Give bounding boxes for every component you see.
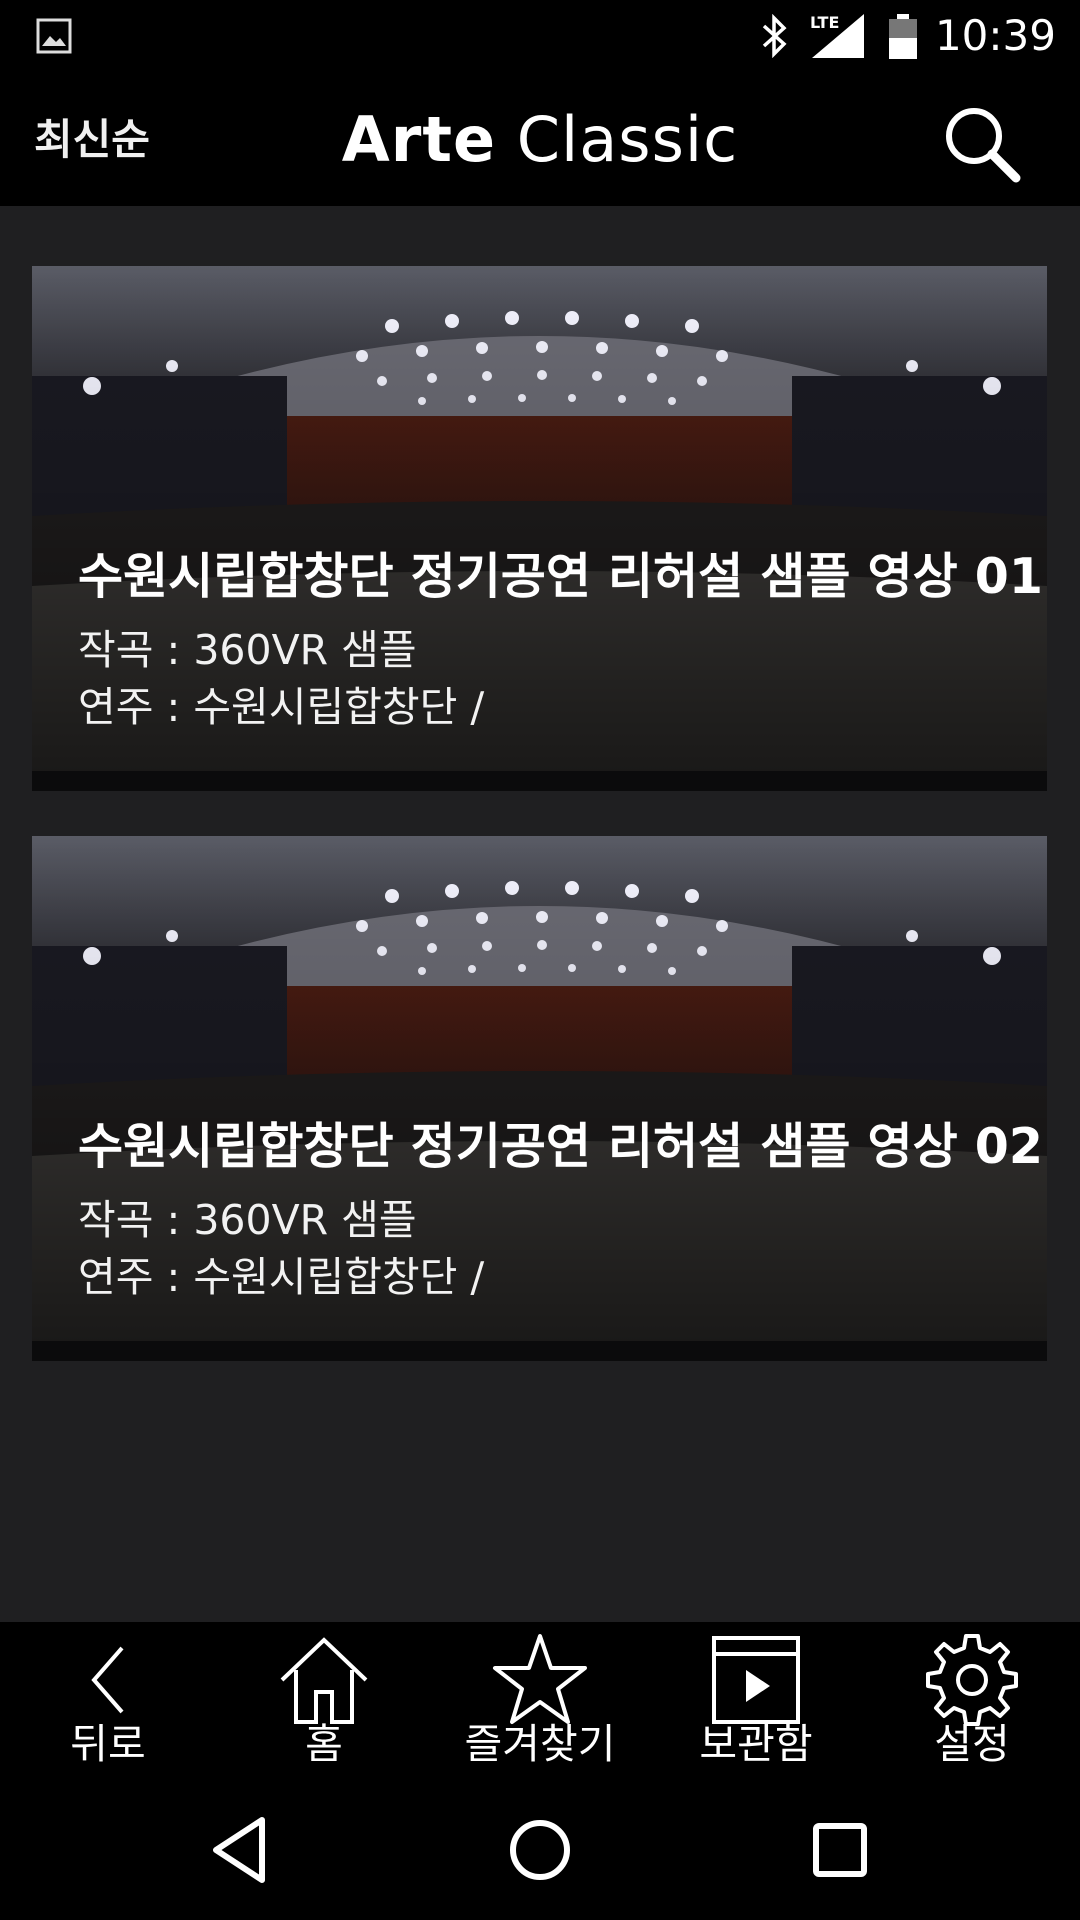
video-info: 수원시립합창단 정기공연 리허설 샘플 영상 02 작곡 : 360VR 샘플 … (78, 1116, 1047, 1306)
bluetooth-icon (762, 14, 787, 58)
back-triangle-icon[interactable] (200, 1810, 280, 1890)
app-title: Arte Classic (0, 104, 1080, 176)
nav-home[interactable]: 홈 (216, 1622, 432, 1780)
nav-back-label: 뒤로 (70, 1720, 146, 1768)
app-title-bold: Arte (341, 103, 497, 176)
video-info: 수원시립합창단 정기공연 리허설 샘플 영상 01 작곡 : 360VR 샘플 … (78, 546, 1047, 736)
gear-icon (926, 1634, 1018, 1726)
video-list: 수원시립합창단 정기공연 리허설 샘플 영상 01 작곡 : 360VR 샘플 … (0, 206, 1080, 1622)
nav-favorites-label: 즐겨찾기 (464, 1720, 616, 1768)
home-circle-icon[interactable] (500, 1810, 580, 1890)
video-card[interactable]: 수원시립합창단 정기공연 리허설 샘플 영상 01 작곡 : 360VR 샘플 … (32, 266, 1047, 791)
nav-archive-label: 보관함 (699, 1720, 813, 1768)
nav-archive[interactable]: 보관함 (648, 1622, 864, 1780)
video-composer: 작곡 : 360VR 샘플 (78, 1196, 417, 1244)
status-bar: LTE 10:39 (0, 0, 1080, 72)
back-chevron-icon (91, 1646, 124, 1714)
nav-settings-label: 설정 (934, 1720, 1010, 1768)
app-bar: 최신순 Arte Classic (0, 72, 1080, 206)
lte-signal-icon: LTE (810, 13, 864, 58)
recents-square-icon[interactable] (800, 1810, 880, 1890)
nav-back[interactable]: 뒤로 (0, 1622, 216, 1780)
status-time: 10:39 (934, 11, 1056, 60)
video-archive-icon (712, 1636, 800, 1724)
nav-favorites[interactable]: 즐겨찾기 (432, 1622, 648, 1780)
video-performer: 연주 : 수원시립합창단 / (78, 1253, 485, 1301)
video-title: 수원시립합창단 정기공연 리허설 샘플 영상 01 (78, 548, 1043, 605)
star-icon (493, 1634, 587, 1724)
nav-home-label: 홈 (305, 1720, 343, 1768)
video-title: 수원시립합창단 정기공연 리허설 샘플 영상 02 (78, 1118, 1043, 1175)
gallery-icon (36, 18, 72, 54)
battery-icon (889, 14, 917, 59)
app-title-light: Classic (496, 103, 739, 176)
bottom-nav: 뒤로 홈 즐겨찾기 보관함 설정 (0, 1622, 1080, 1780)
svg-text:LTE: LTE (810, 13, 839, 32)
nav-settings[interactable]: 설정 (864, 1622, 1080, 1780)
video-card[interactable]: 수원시립합창단 정기공연 리허설 샘플 영상 02 작곡 : 360VR 샘플 … (32, 836, 1047, 1361)
home-icon (280, 1637, 368, 1724)
video-performer: 연주 : 수원시립합창단 / (78, 683, 485, 731)
system-nav-bar (0, 1780, 1080, 1920)
search-icon[interactable] (940, 102, 1024, 186)
video-composer: 작곡 : 360VR 샘플 (78, 626, 417, 674)
